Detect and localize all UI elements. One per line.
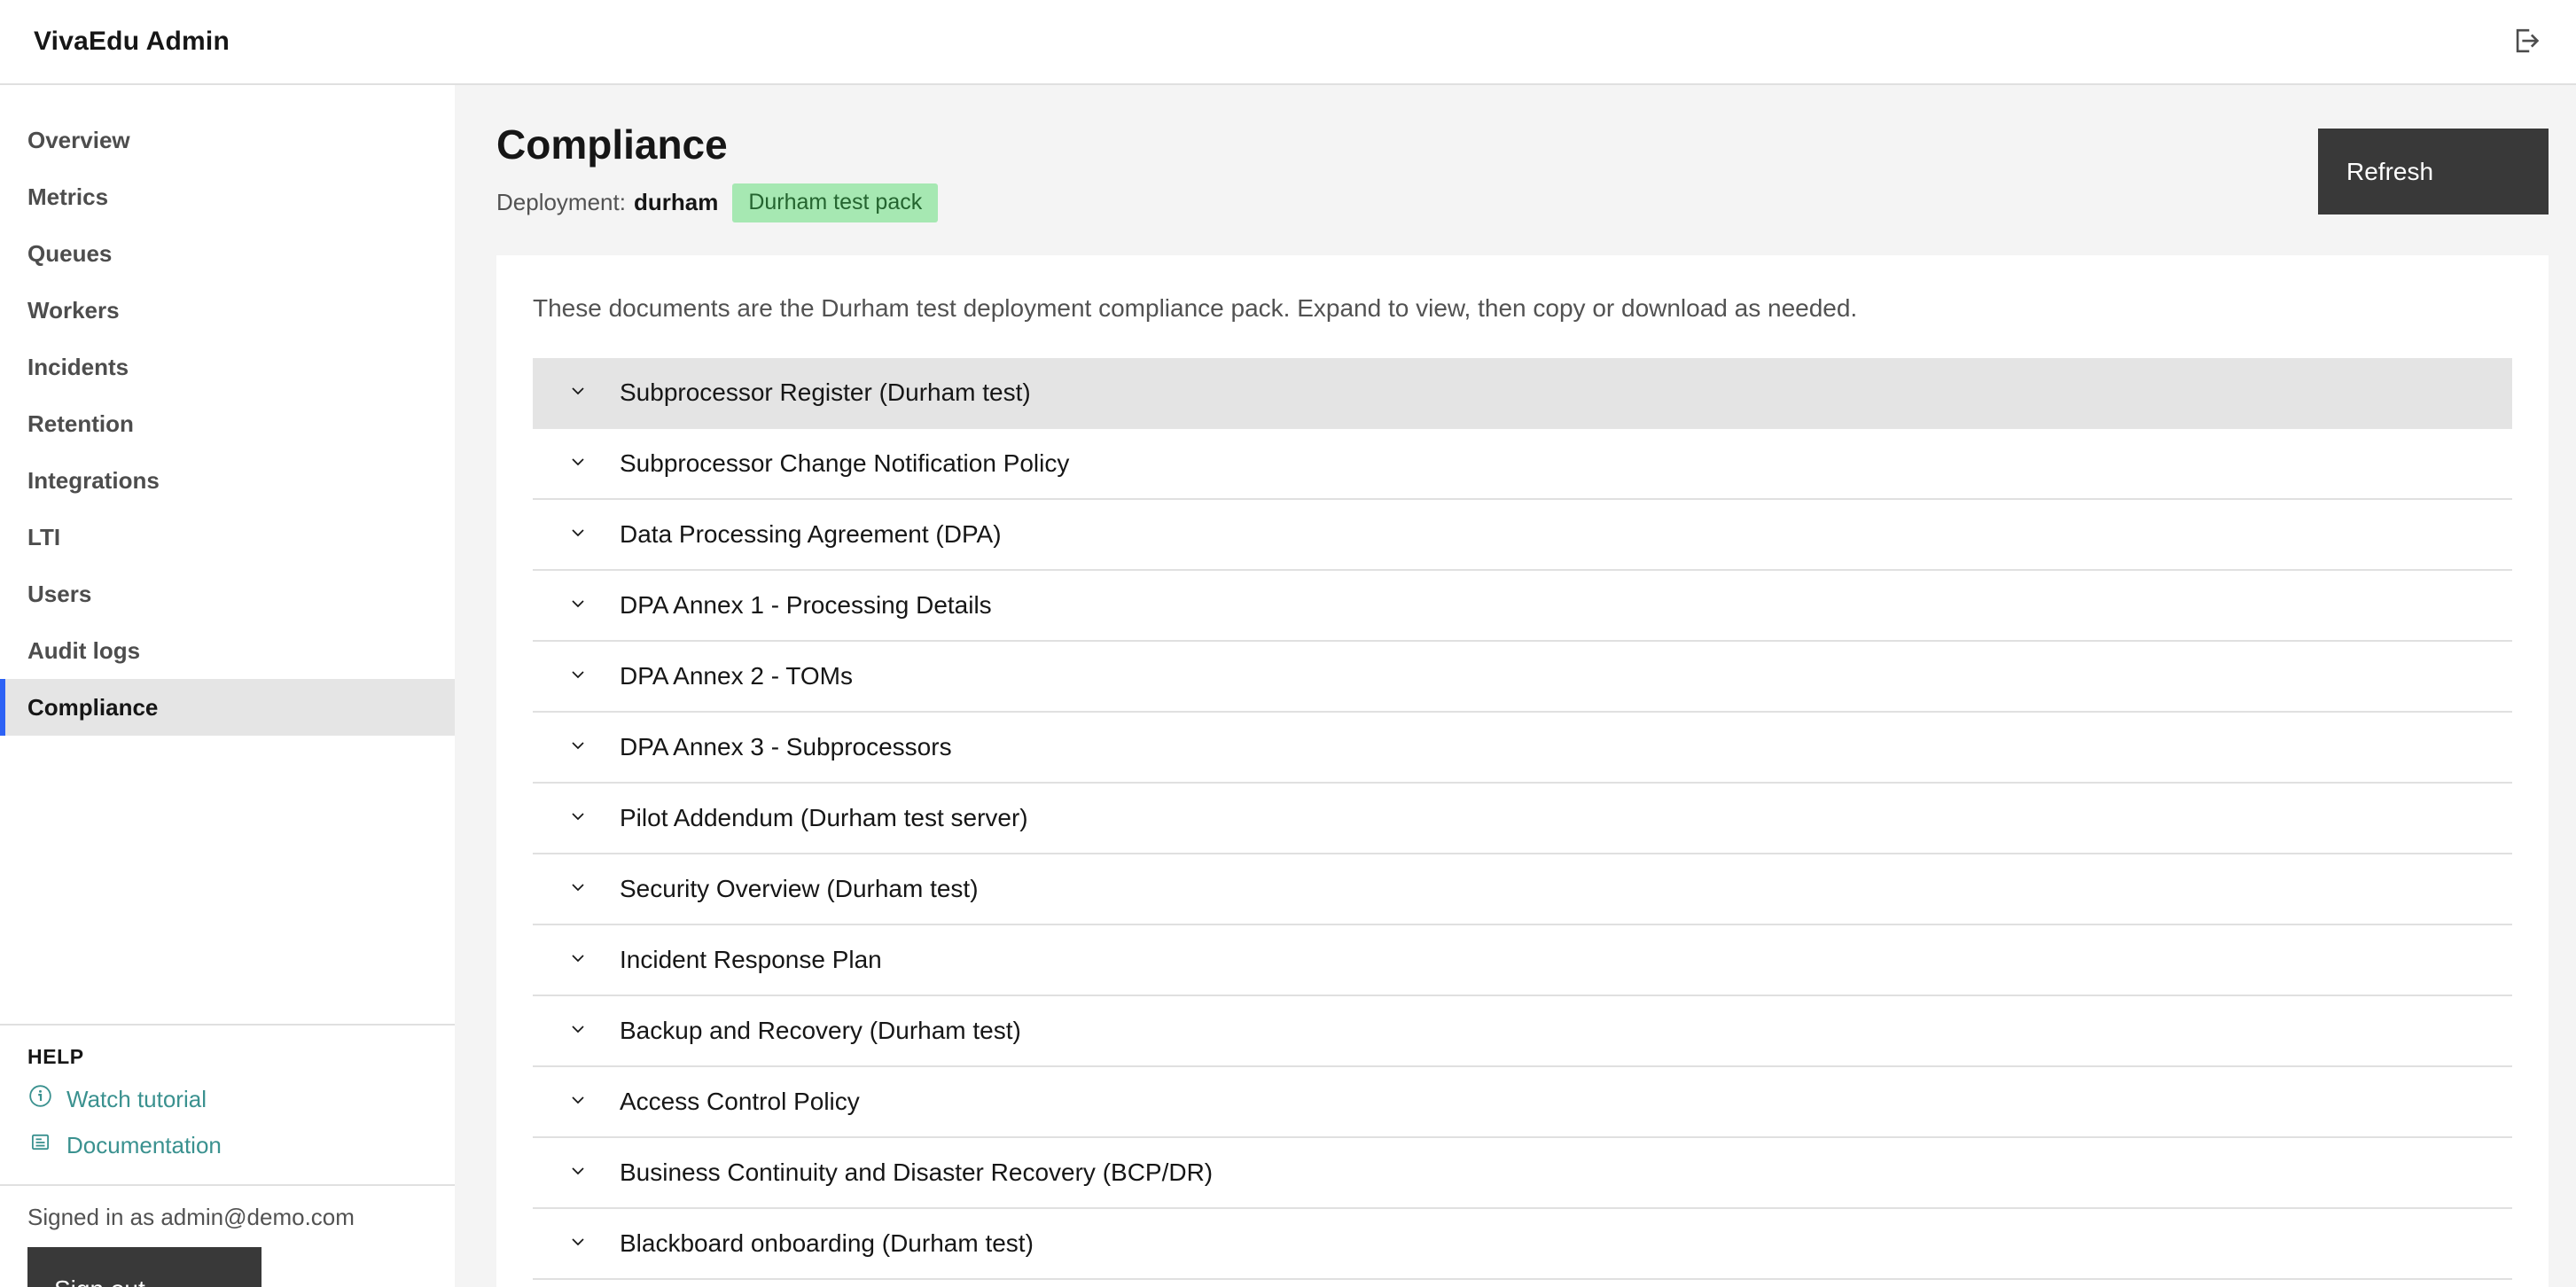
chevron-down-icon — [566, 947, 589, 974]
accordion-row-blackboard-onboarding-durham-test[interactable]: Blackboard onboarding (Durham test) — [533, 1209, 2512, 1280]
sidebar-item-users[interactable]: Users — [0, 566, 455, 622]
deployment-name: durham — [634, 189, 718, 216]
sidebar-item-overview[interactable]: Overview — [0, 112, 455, 168]
document-title: Subprocessor Register (Durham test) — [620, 378, 1031, 407]
page-title: Compliance — [496, 121, 2576, 169]
help-section: HELP Watch tutorial — [0, 1024, 455, 1186]
sidebar-item-label: Compliance — [27, 694, 158, 722]
accordion-row-dpa-annex-3-subprocessors[interactable]: DPA Annex 3 - Subprocessors — [533, 713, 2512, 784]
accordion-row-dpa-annex-2-toms[interactable]: DPA Annex 2 - TOMs — [533, 642, 2512, 713]
deployment-line: Deployment: durham Durham test pack — [496, 183, 2576, 222]
sidebar-item-label: Overview — [27, 127, 130, 154]
chevron-down-icon — [566, 663, 589, 690]
log-out-icon — [2506, 22, 2543, 62]
accordion-row-backup-and-recovery-durham-test[interactable]: Backup and Recovery (Durham test) — [533, 996, 2512, 1067]
document-title: Incident Response Plan — [620, 946, 882, 974]
chevron-down-icon — [566, 450, 589, 478]
sidebar-item-incidents[interactable]: Incidents — [0, 339, 455, 395]
accordion-row-incident-response-plan[interactable]: Incident Response Plan — [533, 925, 2512, 996]
sidebar-bottom: HELP Watch tutorial — [0, 1024, 455, 1287]
document-title: DPA Annex 3 - Subprocessors — [620, 733, 952, 761]
sidebar-item-workers[interactable]: Workers — [0, 282, 455, 339]
accordion-row-access-control-policy[interactable]: Access Control Policy — [533, 1067, 2512, 1138]
document-title: Blackboard onboarding (Durham test) — [620, 1229, 1034, 1258]
sidebar: Overview Metrics Queues Workers Incidents Ret… — [0, 85, 455, 1287]
signed-in-text: Signed in as admin@demo.com — [27, 1204, 427, 1231]
sidebar-item-label: Metrics — [27, 183, 108, 211]
chevron-down-icon — [566, 1088, 589, 1116]
sidebar-item-metrics[interactable]: Metrics — [0, 168, 455, 225]
help-link-label: Documentation — [66, 1132, 222, 1159]
document-title: Subprocessor Change Notification Policy — [620, 449, 1069, 478]
sidebar-item-label: Workers — [27, 297, 120, 324]
account-section: Signed in as admin@demo.com Sign out — [0, 1186, 455, 1287]
chevron-down-icon — [566, 805, 589, 832]
chevron-down-icon — [566, 1159, 589, 1187]
logout-button[interactable] — [2500, 17, 2549, 66]
deployment-badge: Durham test pack — [732, 183, 938, 222]
help-heading: HELP — [27, 1045, 427, 1069]
chevron-down-icon — [566, 1230, 589, 1258]
sidebar-item-label: Incidents — [27, 354, 129, 381]
help-link-label: Watch tutorial — [66, 1086, 207, 1113]
chevron-down-icon — [566, 734, 589, 761]
compliance-card: These documents are the Durham test depl… — [496, 255, 2549, 1287]
accordion-row-subprocessor-change-notification-policy[interactable]: Subprocessor Change Notification Policy — [533, 429, 2512, 500]
sidebar-item-integrations[interactable]: Integrations — [0, 452, 455, 509]
help-link-watch-tutorial[interactable]: Watch tutorial — [27, 1083, 427, 1115]
deployment-label: Deployment: — [496, 189, 626, 216]
chevron-down-icon — [566, 521, 589, 549]
document-title: Security Overview (Durham test) — [620, 875, 979, 903]
card-description: These documents are the Durham test depl… — [533, 292, 2512, 324]
document-title: Backup and Recovery (Durham test) — [620, 1017, 1021, 1045]
refresh-button[interactable]: Refresh — [2318, 129, 2549, 214]
accordion-row-business-continuity-and-disaster-recovery-bcp-dr[interactable]: Business Continuity and Disaster Recover… — [533, 1138, 2512, 1209]
accordion-row-data-processing-agreement-dpa[interactable]: Data Processing Agreement (DPA) — [533, 500, 2512, 571]
document-title: DPA Annex 2 - TOMs — [620, 662, 853, 690]
sidebar-item-retention[interactable]: Retention — [0, 395, 455, 452]
chevron-down-icon — [566, 379, 589, 407]
chevron-down-icon — [566, 1018, 589, 1045]
sidebar-item-queues[interactable]: Queues — [0, 225, 455, 282]
sidebar-item-label: Users — [27, 581, 91, 608]
info-icon — [27, 1083, 53, 1115]
document-title: Pilot Addendum (Durham test server) — [620, 804, 1028, 832]
sidebar-item-label: Queues — [27, 240, 112, 268]
sidebar-item-lti[interactable]: LTI — [0, 509, 455, 566]
document-title: Data Processing Agreement (DPA) — [620, 520, 1002, 549]
sidebar-item-compliance[interactable]: Compliance — [0, 679, 455, 736]
document-title: Business Continuity and Disaster Recover… — [620, 1158, 1213, 1187]
sidebar-item-label: Audit logs — [27, 637, 140, 665]
document-accordion: Subprocessor Register (Durham test) Subpr… — [533, 358, 2512, 1280]
sidebar-item-label: LTI — [27, 524, 60, 551]
accordion-row-dpa-annex-1-processing-details[interactable]: DPA Annex 1 - Processing Details — [533, 571, 2512, 642]
document-title: DPA Annex 1 - Processing Details — [620, 591, 992, 620]
accordion-row-subprocessor-register-durham-test[interactable]: Subprocessor Register (Durham test) — [533, 358, 2512, 429]
chevron-down-icon — [566, 876, 589, 903]
sidebar-item-audit-logs[interactable]: Audit logs — [0, 622, 455, 679]
help-link-documentation[interactable]: Documentation — [27, 1129, 427, 1161]
sidebar-item-label: Integrations — [27, 467, 160, 495]
accordion-row-security-overview-durham-test[interactable]: Security Overview (Durham test) — [533, 854, 2512, 925]
chevron-down-icon — [566, 592, 589, 620]
accordion-row-pilot-addendum-durham-test-server[interactable]: Pilot Addendum (Durham test server) — [533, 784, 2512, 854]
main-content: Compliance Deployment: durham Durham tes… — [455, 85, 2576, 1287]
app-title: VivaEdu Admin — [27, 27, 230, 57]
sidebar-nav: Overview Metrics Queues Workers Incidents Ret… — [0, 85, 455, 736]
sign-out-button[interactable]: Sign out — [27, 1247, 262, 1287]
document-title: Access Control Policy — [620, 1088, 860, 1116]
sidebar-item-label: Retention — [27, 410, 134, 438]
topbar: VivaEdu Admin — [0, 0, 2576, 85]
document-icon — [27, 1129, 53, 1161]
